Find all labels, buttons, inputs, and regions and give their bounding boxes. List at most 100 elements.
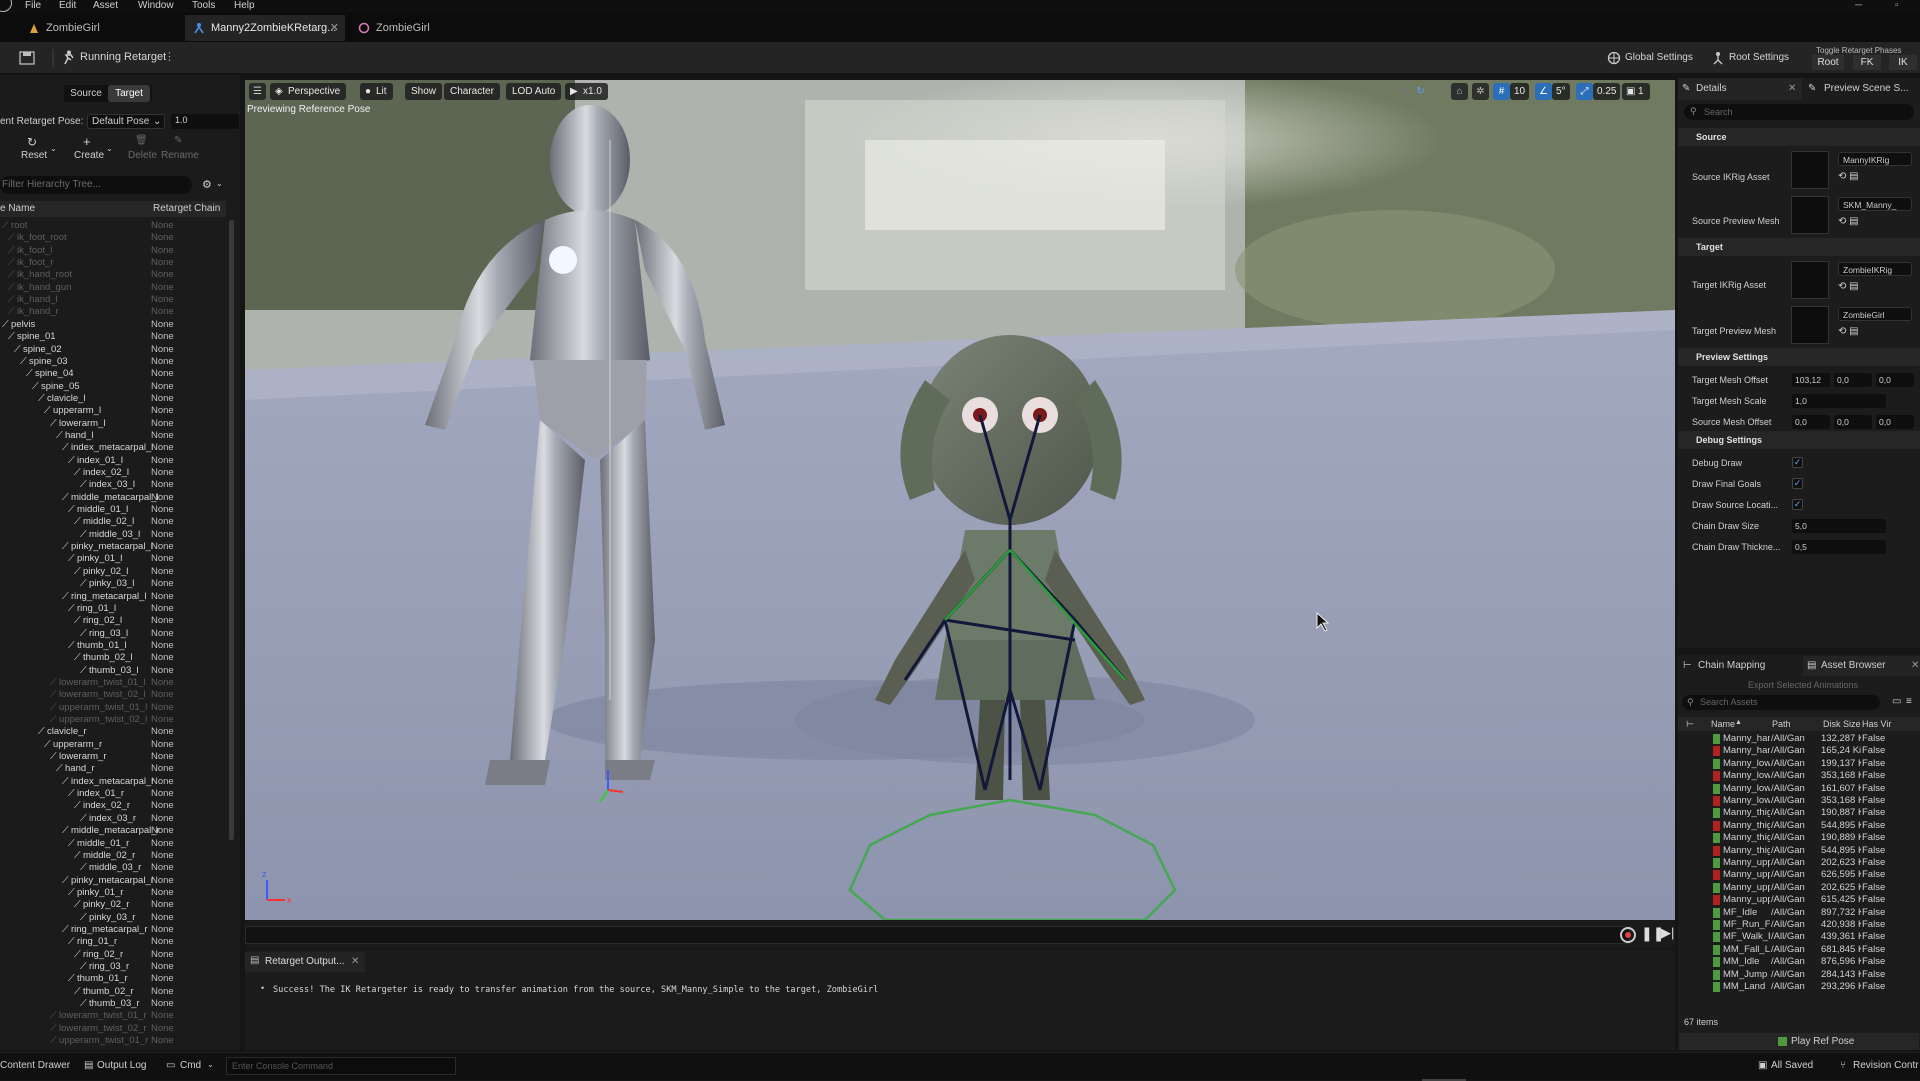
tree-row[interactable]: ⟋ thumb_01_r None <box>0 973 228 985</box>
tree-row[interactable]: ⟋ pinky_02_r None <box>0 899 228 911</box>
close-tab-icon[interactable]: ✕ <box>330 15 339 41</box>
tree-row[interactable]: ⟋ hand_r None <box>0 763 228 775</box>
grid-snap-icon[interactable]: # <box>1493 83 1510 100</box>
tree-row[interactable]: ⟋ index_01_r None <box>0 788 228 800</box>
tree-row[interactable]: ⟋ lowerarm_twist_01_l None <box>0 677 228 689</box>
play-ref-pose-button[interactable]: Play Ref Pose <box>1679 1033 1919 1050</box>
tree-row[interactable]: ⟋ clavicle_r None <box>0 726 228 738</box>
source-section-header[interactable]: Source <box>1678 128 1920 146</box>
retarget-chain-column[interactable]: Retarget Chain <box>153 201 220 217</box>
tree-row[interactable]: ⟋ ik_hand_r None <box>0 306 228 318</box>
draw-source-checkbox[interactable]: ✓ <box>1792 499 1803 510</box>
menu-tools[interactable]: Tools <box>192 0 215 11</box>
minimize-icon[interactable]: ─ <box>1855 0 1862 11</box>
tree-row[interactable]: ⟋ pinky_metacarpal_l None <box>0 541 228 553</box>
root-settings-button[interactable]: Root Settings <box>1729 52 1789 63</box>
playback-speed-button[interactable]: ▶ x1.0 <box>565 83 608 100</box>
tree-row[interactable]: ⟋ pinky_03_r None <box>0 912 228 924</box>
perspective-button[interactable]: ◈ Perspective <box>270 83 347 100</box>
disk-size-column[interactable]: Disk Size <box>1823 719 1861 729</box>
tree-row[interactable]: ⟋ ik_hand_gun None <box>0 282 228 294</box>
create-button[interactable]: Create <box>74 150 104 161</box>
source-mesh-dropdown[interactable]: SKM_Manny_ <box>1838 197 1912 211</box>
source-offset-z[interactable]: 0,0 <box>1876 415 1914 429</box>
asset-row[interactable]: MF_Run_Fwd/All/Gan 420,938 KFalse <box>1678 919 1920 931</box>
asset-row[interactable]: MM_Land/All/Gan 293,296 K False <box>1678 981 1920 993</box>
tree-row[interactable]: ⟋ spine_05 None <box>0 381 228 393</box>
lit-button[interactable]: ● Lit <box>360 83 393 100</box>
has-virtual-column[interactable]: Has Vir <box>1862 719 1891 729</box>
asset-row[interactable]: Manny_thigh_l/All/Gan 544,895 KFalse <box>1678 820 1920 832</box>
tree-row[interactable]: ⟋ pinky_01_r None <box>0 887 228 899</box>
filter-hierarchy-input[interactable]: Filter Hierarchy Tree... <box>0 176 192 194</box>
details-tab[interactable]: ✎ Details ✕ <box>1678 78 1802 100</box>
target-ikrig-dropdown[interactable]: ZombieIKRig <box>1838 262 1912 276</box>
asset-row[interactable]: Manny_thigh_l/All/Gan 190,887 KFalse <box>1678 807 1920 819</box>
camera-speed-button[interactable]: ▣ 1 <box>1622 83 1650 100</box>
tree-row[interactable]: ⟋ spine_01 None <box>0 331 228 343</box>
retarget-output-tab[interactable]: ▤ Retarget Output... ✕ <box>245 952 365 972</box>
more-options-icon[interactable]: ⋮ <box>164 50 175 63</box>
bone-name-column[interactable]: e Name <box>0 201 35 217</box>
lod-button[interactable]: LOD Auto <box>506 83 562 100</box>
scale-snap-value[interactable]: 0.25 <box>1593 83 1621 100</box>
close-tab-icon[interactable]: ✕ <box>351 956 359 967</box>
details-search-input[interactable]: ⚲ Search <box>1684 104 1914 120</box>
phase-ik-toggle[interactable]: IK <box>1889 55 1917 70</box>
asset-row[interactable]: Manny_upperarm/All/Gan 615,425 KFalse <box>1678 894 1920 906</box>
angle-snap-value[interactable]: 5° <box>1552 83 1570 100</box>
asset-row[interactable]: MF_Walk_Fwd/All/Gan 439,361 KFalse <box>1678 931 1920 943</box>
tree-row[interactable]: ⟋ index_01_l None <box>0 455 228 467</box>
debug-draw-checkbox[interactable]: ✓ <box>1792 457 1803 468</box>
tree-row[interactable]: ⟋ index_metacarpal_r None <box>0 776 228 788</box>
close-tab-icon[interactable]: ✕ <box>1911 660 1919 671</box>
tree-row[interactable]: ⟋ middle_03_r None <box>0 862 228 874</box>
target-tab[interactable]: Target <box>108 85 150 102</box>
tree-row[interactable]: ⟋ index_02_l None <box>0 467 228 479</box>
tree-row[interactable]: ⟋ index_metacarpal_l None <box>0 442 228 454</box>
phase-root-toggle[interactable]: Root <box>1812 55 1844 70</box>
all-saved-status[interactable]: All Saved <box>1771 1060 1813 1071</box>
source-offset-x[interactable]: 0,0 <box>1792 415 1830 429</box>
menu-file[interactable]: File <box>25 0 41 11</box>
tree-row[interactable]: ⟋ middle_metacarpal_r None <box>0 825 228 837</box>
reset-button[interactable]: Reset <box>21 150 47 161</box>
running-retarget-button[interactable]: Running Retarget <box>80 51 166 63</box>
tree-row[interactable]: ⟋ thumb_02_r None <box>0 986 228 998</box>
target-offset-y[interactable]: 0,0 <box>1834 373 1872 387</box>
asset-row[interactable]: Manny_hand_l/All/Gan 132,287 KFalse <box>1678 733 1920 745</box>
target-offset-z[interactable]: 0,0 <box>1876 373 1914 387</box>
surface-snap-icon[interactable]: ✲ <box>1472 83 1489 100</box>
scale-icon[interactable]: ⤡ <box>1430 83 1447 100</box>
select-mode-icon[interactable]: ↖ <box>1376 83 1393 100</box>
browse-icon[interactable]: ⟲ ▤ <box>1838 281 1859 292</box>
tree-row[interactable]: ⟋ spine_03 None <box>0 356 228 368</box>
global-settings-button[interactable]: Global Settings <box>1625 52 1693 63</box>
world-space-icon[interactable]: ⌂ <box>1451 83 1468 100</box>
asset-row[interactable]: MF_Idle/All/Gan 897,732 K False <box>1678 907 1920 919</box>
phase-fk-toggle[interactable]: FK <box>1853 55 1881 70</box>
timeline-scrubber[interactable] <box>245 926 1630 944</box>
path-column[interactable]: Path <box>1772 719 1791 729</box>
chevron-down-icon[interactable]: ⌄ <box>207 1060 214 1069</box>
source-ikrig-dropdown[interactable]: MannyIKRig <box>1838 152 1912 166</box>
target-section-header[interactable]: Target <box>1678 238 1920 256</box>
tree-row[interactable]: ⟋ lowerarm_twist_02_l None <box>0 689 228 701</box>
preview-settings-header[interactable]: Preview Settings <box>1678 348 1920 366</box>
chain-size-field[interactable]: 5,0 <box>1792 519 1886 533</box>
tree-row[interactable]: ⟋ ring_03_l None <box>0 628 228 640</box>
target-scale-field[interactable]: 1,0 <box>1792 394 1886 408</box>
rotate-icon[interactable]: ↻ <box>1412 83 1429 100</box>
tree-row[interactable]: ⟋ middle_01_l None <box>0 504 228 516</box>
chain-mapping-tab[interactable]: Chain Mapping <box>1698 660 1765 671</box>
angle-snap-icon[interactable]: ∠ <box>1535 83 1552 100</box>
tree-row[interactable]: ⟋ upperarm_twist_02_l None <box>0 714 228 726</box>
folder-icon[interactable]: ▭ <box>1892 696 1901 707</box>
tree-row[interactable]: ⟋ ik_hand_root None <box>0 269 228 281</box>
tree-row[interactable]: ⟋ ik_foot_r None <box>0 257 228 269</box>
chevron-down-icon[interactable]: ⌄ <box>50 144 57 153</box>
asset-search-input[interactable]: ⚲ Search Assets <box>1682 695 1880 710</box>
tab-zombiegirl-asset[interactable]: ZombieGirl <box>20 15 180 41</box>
tree-row[interactable]: ⟋ lowerarm_l None <box>0 418 228 430</box>
tree-row[interactable]: ⟋ thumb_02_l None <box>0 652 228 664</box>
